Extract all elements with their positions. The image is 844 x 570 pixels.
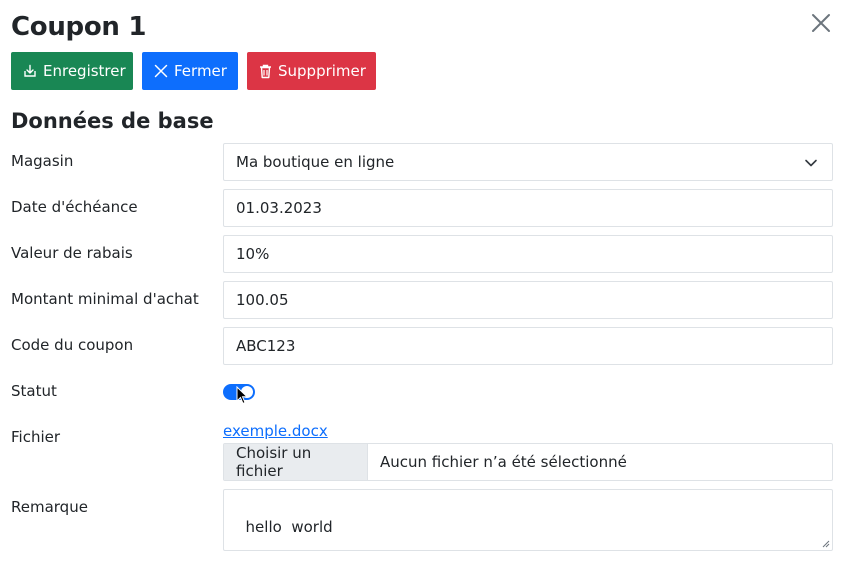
min-amount-label: Montant minimal d'achat xyxy=(11,290,199,308)
due-date-input[interactable]: 01.03.2023 xyxy=(223,189,833,227)
shop-select-value: Ma boutique en ligne xyxy=(236,153,395,171)
save-button[interactable]: Enregistrer xyxy=(11,52,133,90)
file-label: Fichier xyxy=(11,428,61,446)
page-title: Coupon 1 xyxy=(11,12,147,42)
chevron-down-icon xyxy=(805,159,817,167)
remark-textarea[interactable]: hello world xyxy=(223,489,833,551)
shop-select[interactable]: Ma boutique en ligne xyxy=(223,143,833,181)
file-link[interactable]: exemple.docx xyxy=(223,422,328,440)
fermer-button[interactable]: Fermer xyxy=(142,52,238,90)
delete-button[interactable]: Suppprimer xyxy=(247,52,376,90)
due-date-value: 01.03.2023 xyxy=(236,199,322,217)
fermer-button-label: Fermer xyxy=(174,62,227,80)
mouse-cursor-icon xyxy=(236,386,248,405)
code-label: Code du coupon xyxy=(11,336,134,354)
download-icon xyxy=(24,64,36,77)
x-icon xyxy=(154,64,168,78)
discount-label: Valeur de rabais xyxy=(11,244,133,262)
discount-value: 10% xyxy=(236,245,270,263)
shop-label: Magasin xyxy=(11,152,74,170)
code-input[interactable]: ABC123 xyxy=(223,327,833,365)
status-label: Statut xyxy=(11,382,57,400)
save-button-label: Enregistrer xyxy=(43,62,126,80)
close-dialog-button[interactable] xyxy=(808,10,834,36)
remark-value: hello world xyxy=(245,518,333,536)
file-status-text: Aucun fichier n’a été sélectionné xyxy=(380,453,627,471)
due-date-label: Date d'échéance xyxy=(11,198,138,216)
file-input[interactable]: Choisir un fichier Aucun fichier n’a été… xyxy=(223,443,833,481)
toolbar: Enregistrer Fermer Suppprimer xyxy=(11,52,376,90)
delete-button-label: Suppprimer xyxy=(278,62,366,80)
trash-icon xyxy=(260,64,271,78)
code-value: ABC123 xyxy=(236,337,296,355)
min-amount-input[interactable]: 100.05 xyxy=(223,281,833,319)
remark-label: Remarque xyxy=(11,498,88,516)
section-title: Données de base xyxy=(11,109,214,133)
min-amount-value: 100.05 xyxy=(236,291,289,309)
discount-input[interactable]: 10% xyxy=(223,235,833,273)
resize-handle-icon[interactable] xyxy=(822,540,830,548)
close-icon xyxy=(812,14,830,32)
choose-file-button[interactable]: Choisir un fichier xyxy=(224,444,368,480)
